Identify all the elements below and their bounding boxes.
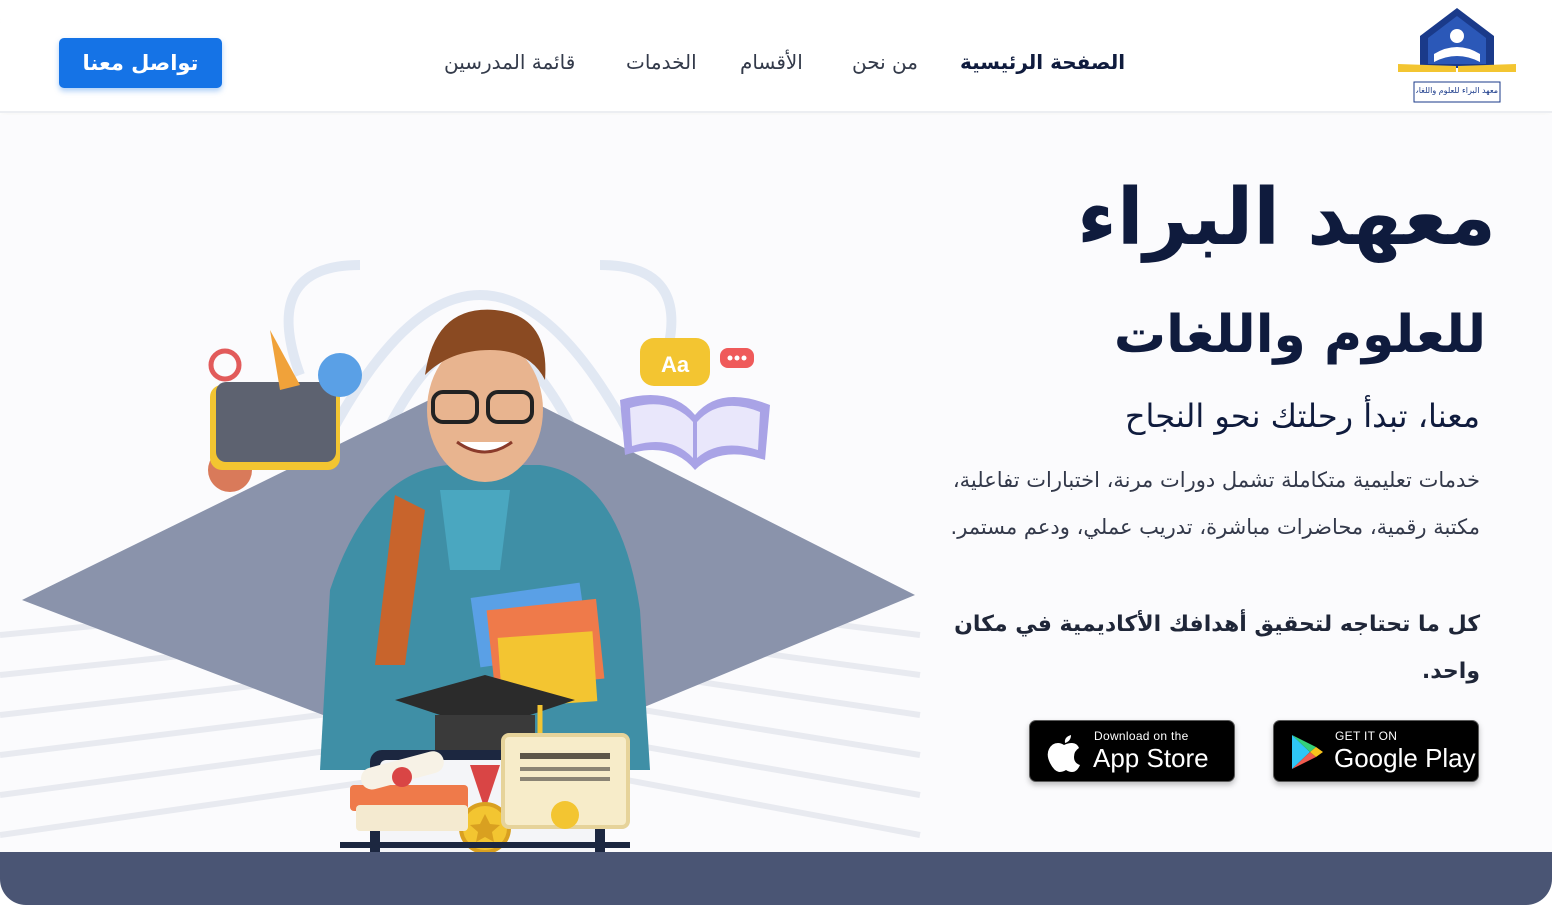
bubble-text: Aa	[661, 352, 690, 377]
hero-description: خدمات تعليمية متكاملة تشمل دورات مرنة، ا…	[950, 468, 1480, 539]
hero-title: معهد البراء	[1076, 173, 1496, 263]
apple-icon	[1047, 735, 1080, 772]
site-header: معهد البراء للعلوم واللغات الصفحة الرئيس…	[0, 0, 1552, 113]
nav-about[interactable]: من نحن	[852, 50, 918, 74]
site-logo[interactable]: معهد البراء للعلوم واللغات	[1396, 6, 1518, 106]
app-store-big-text: App Store	[1093, 743, 1209, 773]
book-icon: Aa	[620, 338, 770, 470]
nav-departments[interactable]: الأقسام	[740, 50, 803, 74]
google-play-big-text: Google Play	[1334, 743, 1476, 773]
certificate-icon	[340, 733, 630, 848]
footer-band	[0, 852, 1552, 905]
hero-subtitle: للعلوم واللغات	[1113, 305, 1486, 365]
nav-services[interactable]: الخدمات	[626, 50, 697, 74]
page-frame: معهد البراء للعلوم واللغات الصفحة الرئيس…	[0, 0, 1552, 905]
logo-caption: معهد البراء للعلوم واللغات	[1416, 86, 1498, 95]
school-supplies-icon	[208, 330, 362, 492]
app-store-button[interactable]: Download on the App Store	[1029, 720, 1235, 782]
google-play-icon	[1292, 735, 1323, 769]
google-play-button[interactable]: GET IT ON Google Play	[1273, 720, 1479, 782]
hero-section: Aa معهد البراء للعلوم واللغات معنا، تبدأ…	[0, 115, 1552, 852]
nav-teachers[interactable]: قائمة المدرسين	[444, 50, 575, 74]
contact-us-button[interactable]: تواصل معنا	[59, 38, 222, 88]
app-store-small-text: Download on the	[1094, 729, 1189, 743]
google-play-small-text: GET IT ON	[1335, 729, 1398, 743]
nav-home[interactable]: الصفحة الرئيسية	[960, 50, 1125, 74]
hero-highlight: كل ما تحتاجه لتحقيق أهدافك الأكاديمية في…	[954, 612, 1480, 684]
hero-tagline: معنا، تبدأ رحلتك نحو النجاح	[1124, 397, 1480, 435]
